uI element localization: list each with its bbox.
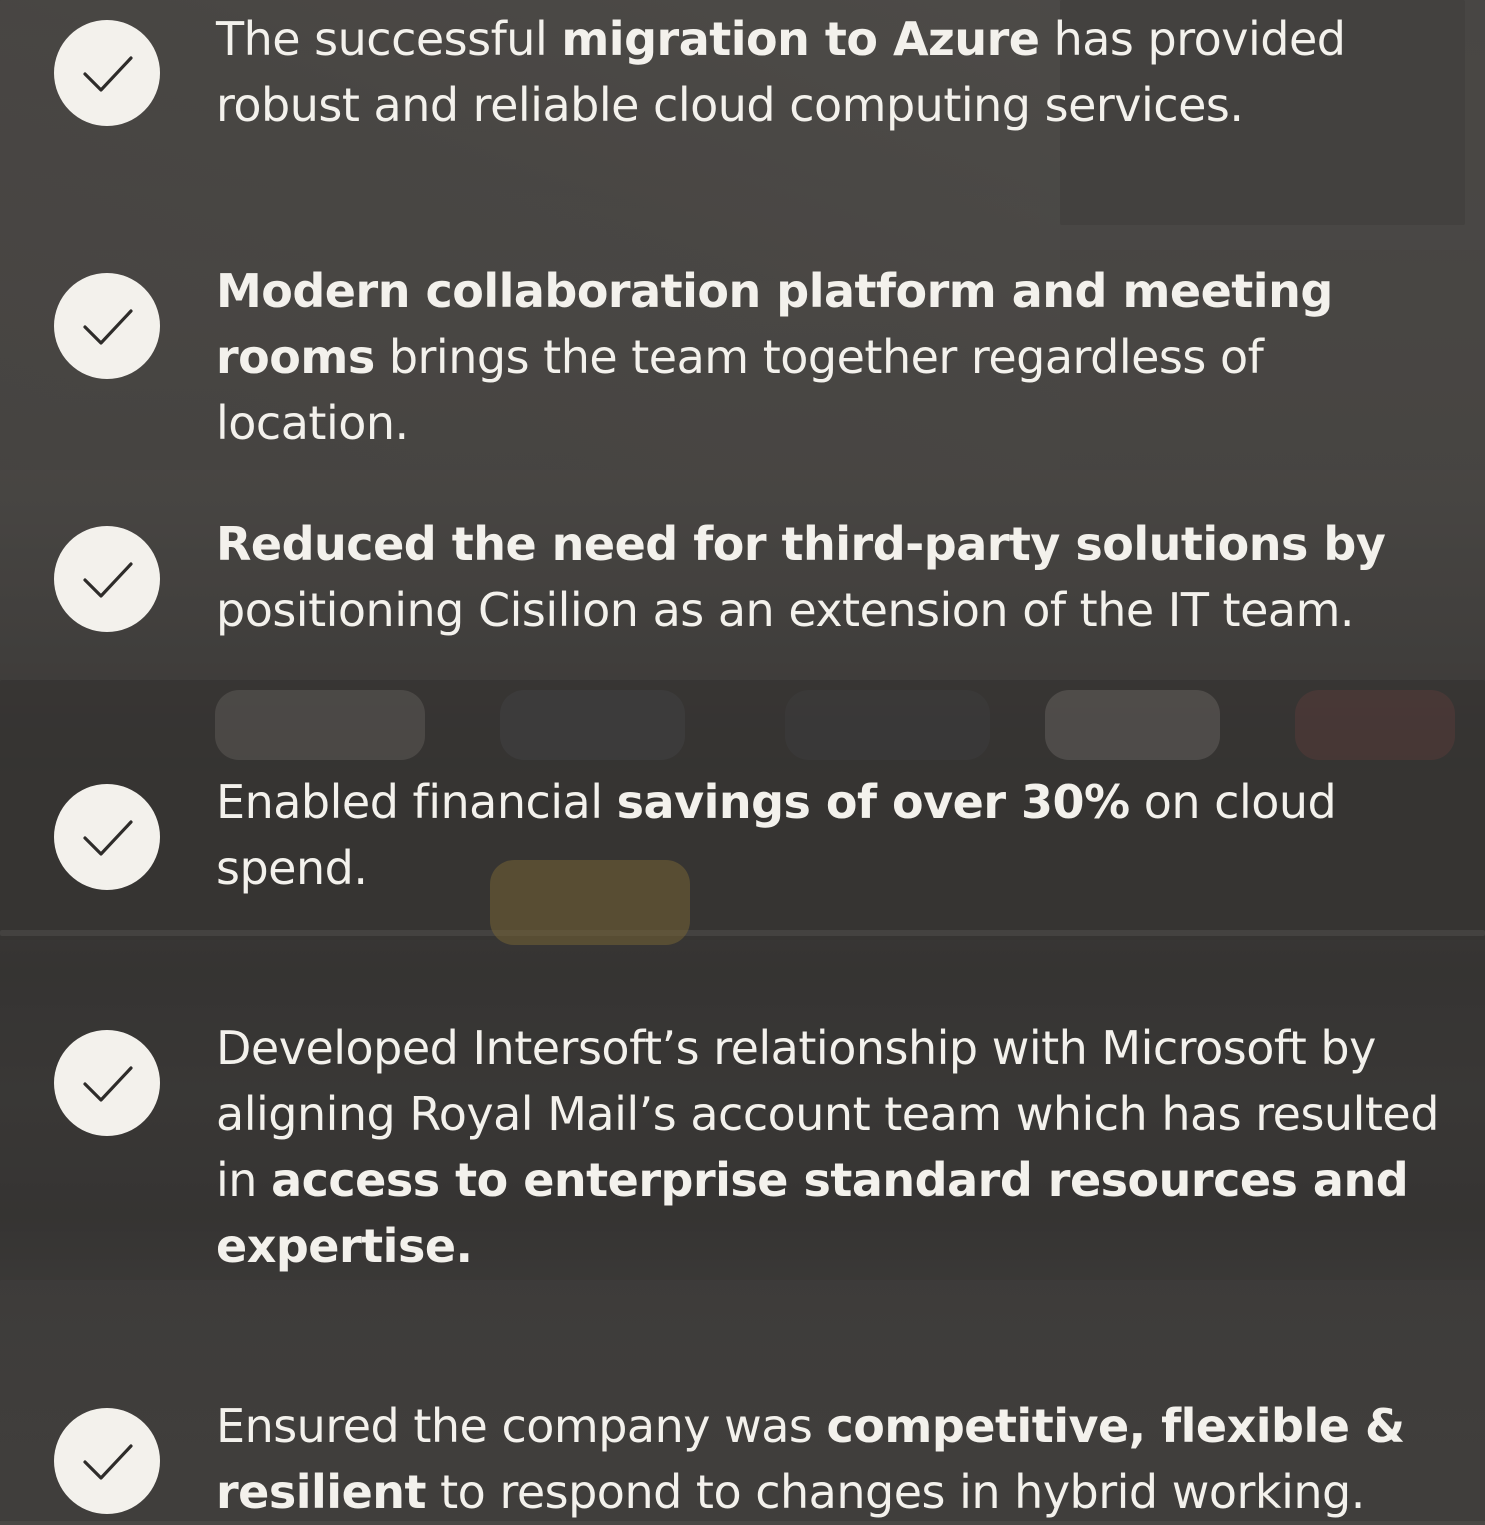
- checkmark-icon: [54, 273, 160, 379]
- item-text: Modern collaboration platform and meetin…: [216, 258, 1446, 456]
- emphasis-text: Reduced the need for third-party solutio…: [216, 517, 1386, 571]
- item-text: The successful migration to Azure has pr…: [216, 6, 1446, 138]
- item-text: Developed Intersoft’s relationship with …: [216, 1015, 1446, 1279]
- body-text: Ensured the company was: [216, 1399, 827, 1453]
- emphasis-text: migration to Azure: [561, 12, 1040, 66]
- emphasis-text: access to enterprise standard resources …: [216, 1153, 1409, 1273]
- checkmark-icon: [54, 784, 160, 890]
- benefits-list: The successful migration to Azure has pr…: [0, 0, 1485, 1521]
- body-text: Enabled financial: [216, 775, 617, 829]
- emphasis-text: savings of over 30%: [616, 775, 1130, 829]
- body-text: to respond to changes in hybrid working.: [426, 1465, 1365, 1519]
- item-text: Reduced the need for third-party solutio…: [216, 511, 1446, 643]
- item-text: Enabled financial savings of over 30% on…: [216, 769, 1446, 901]
- checkmark-icon: [54, 20, 160, 126]
- checkmark-icon: [54, 1408, 160, 1514]
- checkmark-icon: [54, 526, 160, 632]
- body-text: positioning Cisilion as an extension of …: [216, 583, 1355, 637]
- checkmark-icon: [54, 1030, 160, 1136]
- item-text: Ensured the company was competitive, fle…: [216, 1393, 1446, 1525]
- body-text: The successful: [216, 12, 562, 66]
